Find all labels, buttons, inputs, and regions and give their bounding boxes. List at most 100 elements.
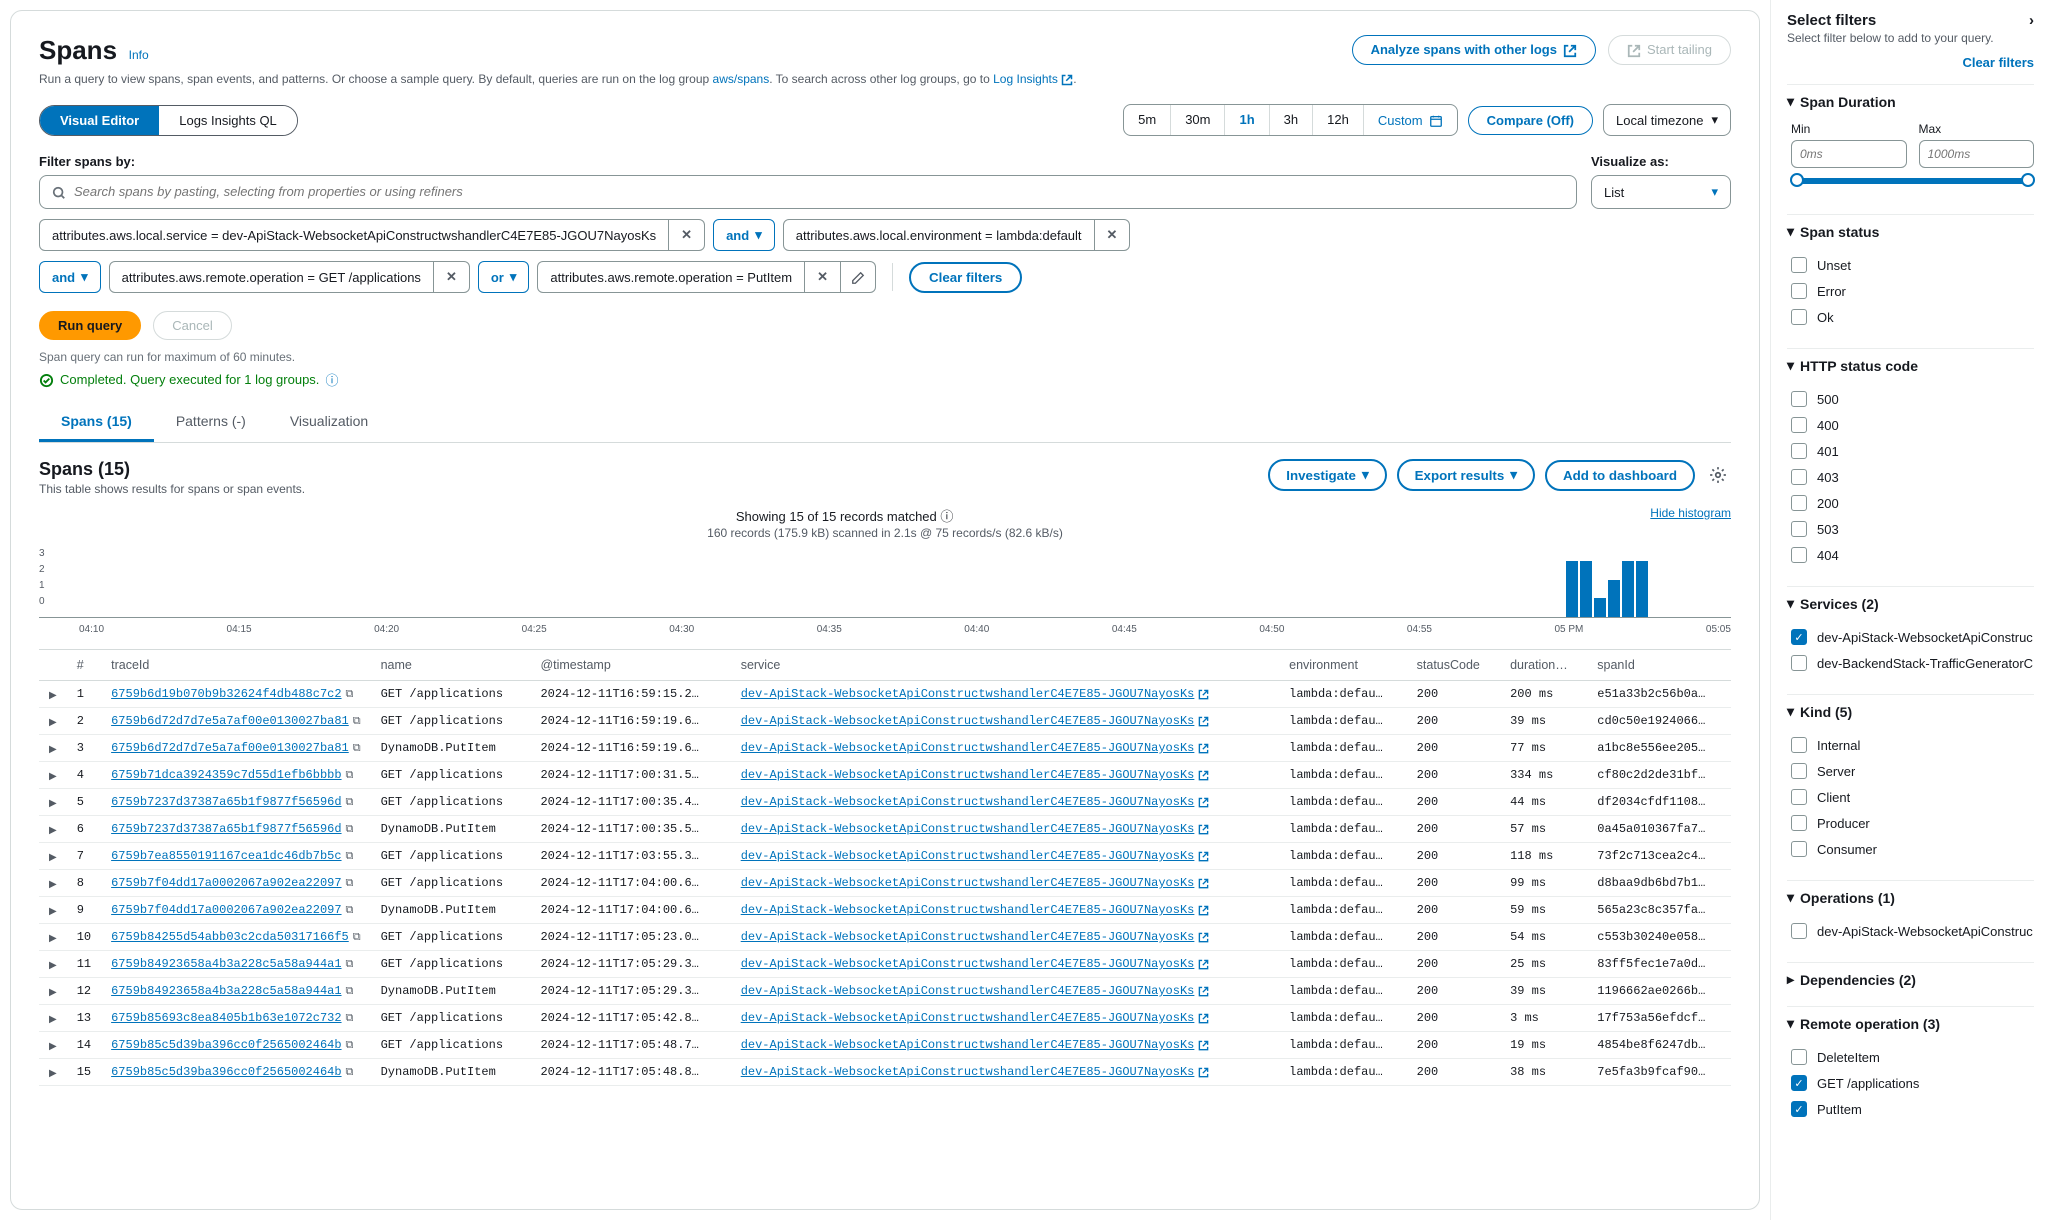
time-5m[interactable]: 5m [1124,105,1171,135]
time-12h[interactable]: 12h [1313,105,1364,135]
trace-link[interactable]: 6759b6d19b070b9b32624f4db488c7c2 [111,687,341,701]
checkbox[interactable] [1791,763,1807,779]
trace-link[interactable]: 6759b85693c8ea8405b1b63e1072c732 [111,1011,341,1025]
facet-item[interactable]: ✓PutItem [1791,1096,2034,1122]
expand-row-icon[interactable]: ▶ [49,1014,57,1025]
start-tailing-button[interactable]: Start tailing [1608,35,1731,65]
table-row[interactable]: ▶ 12 6759b84923658a4b3a228c5a58a944a1⧉ D… [39,978,1731,1005]
side-clear-filters[interactable]: Clear filters [1787,55,2034,70]
service-link[interactable]: dev-ApiStack-WebsocketApiConstructwshand… [741,741,1195,755]
chevron-right-icon[interactable]: › [2029,12,2034,29]
facet-item[interactable]: ✓dev-ApiStack-WebsocketApiConstruc [1791,624,2034,650]
trace-link[interactable]: 6759b7f04dd17a0002067a902ea22097 [111,903,341,917]
run-query-button[interactable]: Run query [39,311,141,340]
col-traceid[interactable]: traceId [101,650,371,681]
service-link[interactable]: dev-ApiStack-WebsocketApiConstructwshand… [741,1011,1195,1025]
filter-chip[interactable]: attributes.aws.local.service = dev-ApiSt… [39,219,669,251]
checkbox[interactable] [1791,815,1807,831]
facet-item[interactable]: Unset [1791,252,2034,278]
facet-services[interactable]: ▾ Services (2) [1787,586,2034,620]
checkbox[interactable] [1791,521,1807,537]
logic-or[interactable]: or ▾ [478,261,530,293]
chip-remove[interactable]: ✕ [669,219,705,251]
table-row[interactable]: ▶ 5 6759b7237d37387a65b1f9877f56596d⧉ GE… [39,789,1731,816]
copy-icon[interactable]: ⧉ [346,905,354,917]
duration-max-input[interactable] [1919,140,2035,168]
table-row[interactable]: ▶ 8 6759b7f04dd17a0002067a902ea22097⧉ GE… [39,870,1731,897]
expand-row-icon[interactable]: ▶ [49,717,57,728]
checkbox[interactable] [1791,469,1807,485]
facet-item[interactable]: dev-BackendStack-TrafficGeneratorC [1791,650,2034,676]
copy-icon[interactable]: ⧉ [346,878,354,890]
checkbox[interactable] [1791,391,1807,407]
col-ts[interactable]: @timestamp [530,650,730,681]
expand-row-icon[interactable]: ▶ [49,933,57,944]
tab-logs-ql[interactable]: Logs Insights QL [159,106,297,135]
service-link[interactable]: dev-ApiStack-WebsocketApiConstructwshand… [741,795,1195,809]
facet-duration[interactable]: ▾ Span Duration [1787,84,2034,118]
trace-link[interactable]: 6759b71dca3924359c7d55d1efb6bbbb [111,768,341,782]
service-link[interactable]: dev-ApiStack-WebsocketApiConstructwshand… [741,1038,1195,1052]
col-service[interactable]: service [731,650,1279,681]
expand-row-icon[interactable]: ▶ [49,906,57,917]
aws-spans-link[interactable]: aws/spans [713,72,770,86]
expand-row-icon[interactable]: ▶ [49,1068,57,1079]
gear-icon[interactable] [1705,462,1731,488]
log-insights-link[interactable]: Log Insights [993,72,1058,86]
service-link[interactable]: dev-ApiStack-WebsocketApiConstructwshand… [741,714,1195,728]
table-row[interactable]: ▶ 7 6759b7ea8550191167cea1dc46db7b5c⧉ GE… [39,843,1731,870]
facet-ops[interactable]: ▾ Operations (1) [1787,880,2034,914]
cancel-button[interactable]: Cancel [153,311,231,340]
histogram-bar[interactable] [1594,598,1606,617]
trace-link[interactable]: 6759b7f04dd17a0002067a902ea22097 [111,876,341,890]
info-icon[interactable]: ⓘ [940,509,953,524]
checkbox[interactable]: ✓ [1791,1101,1807,1117]
timezone-select[interactable]: Local timezone ▾ [1603,104,1731,136]
facet-deps[interactable]: ▸ Dependencies (2) [1787,962,2034,996]
facet-remote[interactable]: ▾ Remote operation (3) [1787,1006,2034,1040]
copy-icon[interactable]: ⧉ [346,851,354,863]
info-link[interactable]: Info [129,48,149,62]
service-link[interactable]: dev-ApiStack-WebsocketApiConstructwshand… [741,822,1195,836]
expand-row-icon[interactable]: ▶ [49,798,57,809]
service-link[interactable]: dev-ApiStack-WebsocketApiConstructwshand… [741,876,1195,890]
table-row[interactable]: ▶ 10 6759b84255d54abb03c2cda50317166f5⧉ … [39,924,1731,951]
filter-search[interactable] [39,175,1577,209]
facet-http[interactable]: ▾ HTTP status code [1787,348,2034,382]
time-30m[interactable]: 30m [1171,105,1225,135]
copy-icon[interactable]: ⧉ [346,770,354,782]
chip-remove[interactable]: ✕ [805,261,841,293]
facet-item[interactable]: 403 [1791,464,2034,490]
facet-item[interactable]: Server [1791,758,2034,784]
facet-item[interactable]: 500 [1791,386,2034,412]
table-row[interactable]: ▶ 2 6759b6d72d7d7e5a7af00e0130027ba81⧉ G… [39,708,1731,735]
copy-icon[interactable]: ⧉ [346,689,354,701]
histogram-bar[interactable] [1580,561,1592,617]
facet-item[interactable]: 200 [1791,490,2034,516]
service-link[interactable]: dev-ApiStack-WebsocketApiConstructwshand… [741,849,1195,863]
filter-input[interactable] [74,184,1564,199]
col-status[interactable]: statusCode [1407,650,1500,681]
facet-item[interactable]: Client [1791,784,2034,810]
col-name[interactable]: name [371,650,531,681]
service-link[interactable]: dev-ApiStack-WebsocketApiConstructwshand… [741,984,1195,998]
checkbox[interactable]: ✓ [1791,629,1807,645]
copy-icon[interactable]: ⧉ [346,986,354,998]
checkbox[interactable] [1791,1049,1807,1065]
add-dashboard-button[interactable]: Add to dashboard [1545,460,1695,491]
facet-item[interactable]: 503 [1791,516,2034,542]
analyze-button[interactable]: Analyze spans with other logs [1352,35,1596,65]
logic-and[interactable]: and ▾ [713,219,775,251]
table-row[interactable]: ▶ 14 6759b85c5d39ba396cc0f2565002464b⧉ G… [39,1032,1731,1059]
copy-icon[interactable]: ⧉ [346,824,354,836]
hide-histogram-link[interactable]: Hide histogram [1650,506,1731,520]
table-row[interactable]: ▶ 13 6759b85693c8ea8405b1b63e1072c732⧉ G… [39,1005,1731,1032]
checkbox[interactable] [1791,789,1807,805]
copy-icon[interactable]: ⧉ [346,1013,354,1025]
expand-row-icon[interactable]: ▶ [49,771,57,782]
clear-filters-button[interactable]: Clear filters [909,262,1022,293]
checkbox[interactable] [1791,923,1807,939]
visualize-select[interactable]: List ▾ [1591,175,1731,209]
duration-slider[interactable] [1795,178,2030,184]
histogram-bar[interactable] [1566,561,1578,617]
